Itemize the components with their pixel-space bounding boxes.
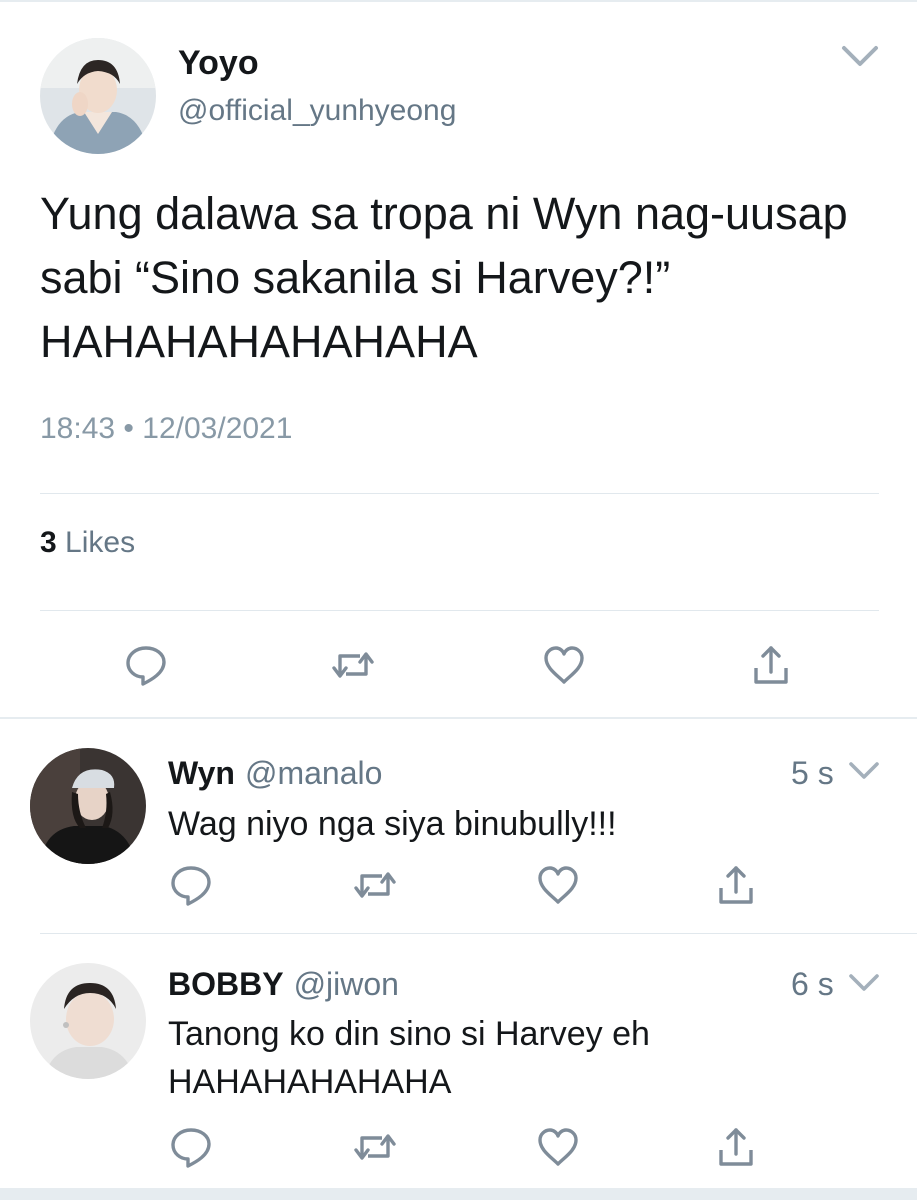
author-name[interactable]: Yoyo (178, 44, 259, 83)
chevron-down-icon[interactable] (846, 756, 882, 786)
retweet-button[interactable] (352, 862, 398, 908)
divider (40, 493, 879, 494)
author-handle[interactable]: @official_yunhyeong (178, 94, 456, 128)
reply-icon (171, 866, 211, 906)
chevron-down-icon[interactable] (846, 968, 882, 998)
retweet-button[interactable] (352, 1124, 398, 1170)
chevron-down-icon[interactable] (836, 36, 884, 76)
retweet-icon (332, 652, 374, 678)
avatar[interactable] (40, 38, 156, 154)
like-button[interactable] (535, 1124, 581, 1170)
like-icon (538, 1128, 578, 1166)
reply-author[interactable]: Wyn @manalo (168, 755, 382, 792)
divider (40, 610, 879, 611)
retweet-icon (354, 872, 396, 898)
likes-link[interactable]: 3 Likes (40, 526, 135, 560)
reply-author[interactable]: BOBBY @jiwon (168, 966, 399, 1003)
share-icon (754, 646, 788, 684)
reply-icon (171, 1128, 211, 1168)
top-border (0, 0, 917, 2)
reply-author-handle: @jiwon (293, 966, 399, 1002)
likes-label: Likes (65, 526, 136, 559)
like-icon (538, 866, 578, 904)
share-icon (719, 866, 753, 904)
reply-timestamp[interactable]: 6 s (791, 966, 834, 1003)
likes-count: 3 (40, 526, 57, 559)
avatar[interactable] (30, 963, 146, 1079)
reply-button[interactable] (168, 1124, 214, 1170)
share-icon (719, 1128, 753, 1166)
divider (40, 933, 917, 934)
reply-author-name: Wyn (168, 755, 235, 791)
section-divider (0, 717, 917, 719)
like-button[interactable] (541, 642, 587, 688)
reply-button[interactable] (123, 642, 169, 688)
avatar[interactable] (30, 748, 146, 864)
bottom-edge (0, 1188, 917, 1200)
tweet-time: 18:43 (40, 412, 116, 445)
share-button[interactable] (713, 1124, 759, 1170)
reply-button[interactable] (168, 862, 214, 908)
share-button[interactable] (748, 642, 794, 688)
like-icon (544, 646, 584, 684)
meta-separator: • (123, 412, 134, 445)
reply-author-handle: @manalo (244, 755, 383, 791)
reply-timestamp[interactable]: 5 s (791, 755, 834, 792)
tweet-text: Yung dalawa sa tropa ni Wyn nag-uusap sa… (40, 188, 848, 367)
reply-author-name: BOBBY (168, 966, 284, 1002)
like-button[interactable] (535, 862, 581, 908)
share-button[interactable] (713, 862, 759, 908)
reply-text: Wag niyo nga siya binubully!!! (168, 805, 617, 843)
tweet-date: 12/03/2021 (142, 412, 293, 445)
tweet-timestamp[interactable]: 18:43 • 12/03/2021 (40, 412, 292, 446)
retweet-button[interactable] (330, 642, 376, 688)
reply-text: Tanong ko din sino si Harvey eh HAHAHAHA… (168, 1015, 650, 1101)
reply-icon (126, 646, 166, 686)
retweet-icon (354, 1134, 396, 1160)
